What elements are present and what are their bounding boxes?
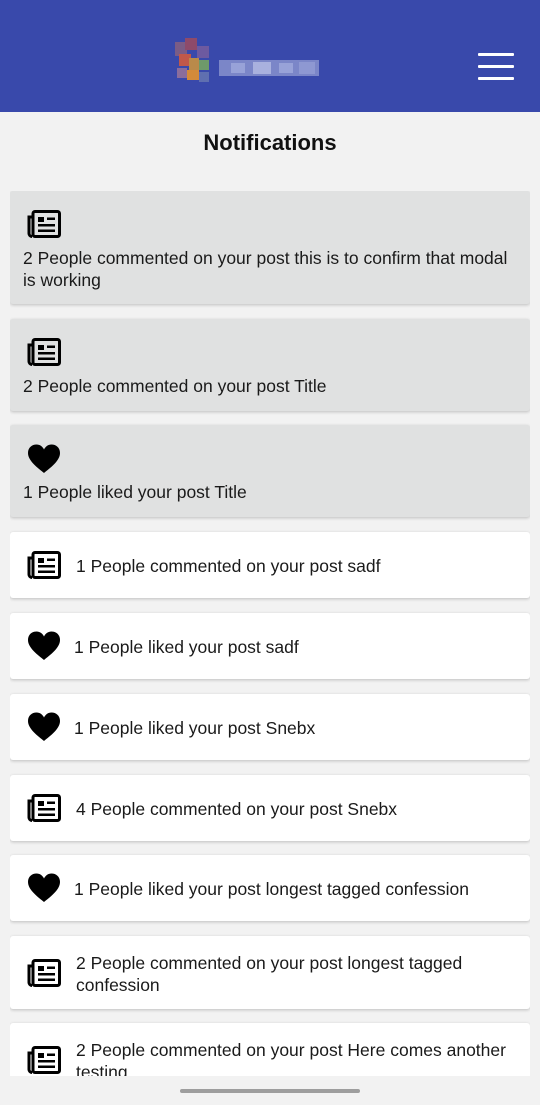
notification-text: 1 People liked your post Title xyxy=(23,482,247,502)
newspaper-icon xyxy=(26,550,62,585)
notification-item[interactable]: 4 People commented on your post Snebx xyxy=(10,775,530,841)
notification-text: 1 People liked your post Snebx xyxy=(74,718,316,738)
notification-item[interactable]: 1 People liked your post Title xyxy=(10,425,530,517)
newspaper-icon xyxy=(26,958,62,993)
notification-list[interactable]: 2 People commented on your post this is … xyxy=(10,191,530,1076)
newspaper-icon xyxy=(26,209,62,244)
hamburger-menu-icon[interactable] xyxy=(478,52,514,82)
page-title: Notifications xyxy=(203,130,337,155)
notification-item[interactable]: 1 People liked your post Snebx xyxy=(10,694,530,760)
notification-item[interactable]: 2 People commented on your post Here com… xyxy=(10,1023,530,1076)
heart-icon xyxy=(26,711,62,748)
heart-icon xyxy=(26,872,62,909)
notification-item[interactable]: 1 People commented on your post sadf xyxy=(10,532,530,598)
notification-text: 4 People commented on your post Snebx xyxy=(76,799,398,819)
notification-item[interactable]: 1 People liked your post sadf xyxy=(10,613,530,679)
newspaper-icon xyxy=(26,337,62,372)
notification-text: 2 People commented on your post Title xyxy=(23,376,327,396)
notification-item[interactable]: 2 People commented on your post this is … xyxy=(10,191,530,304)
notification-text: 1 People liked your post sadf xyxy=(74,637,299,657)
notification-text: 2 People commented on your post longest … xyxy=(76,953,463,995)
heart-icon xyxy=(26,630,62,667)
notification-item[interactable]: 2 People commented on your post Title xyxy=(10,319,530,411)
newspaper-icon xyxy=(26,793,62,828)
heart-icon xyxy=(26,443,62,480)
notification-item[interactable]: 2 People commented on your post longest … xyxy=(10,936,530,1009)
newspaper-icon xyxy=(26,1045,62,1076)
app-header xyxy=(0,0,540,112)
app-logo[interactable] xyxy=(175,38,320,88)
notification-text: 2 People commented on your post Here com… xyxy=(76,1040,506,1076)
home-indicator[interactable] xyxy=(180,1089,360,1093)
notification-text: 1 People liked your post longest tagged … xyxy=(74,879,469,899)
notification-text: 1 People commented on your post sadf xyxy=(76,556,381,576)
notification-text: 2 People commented on your post this is … xyxy=(23,248,508,290)
notification-item[interactable]: 1 People liked your post longest tagged … xyxy=(10,855,530,921)
